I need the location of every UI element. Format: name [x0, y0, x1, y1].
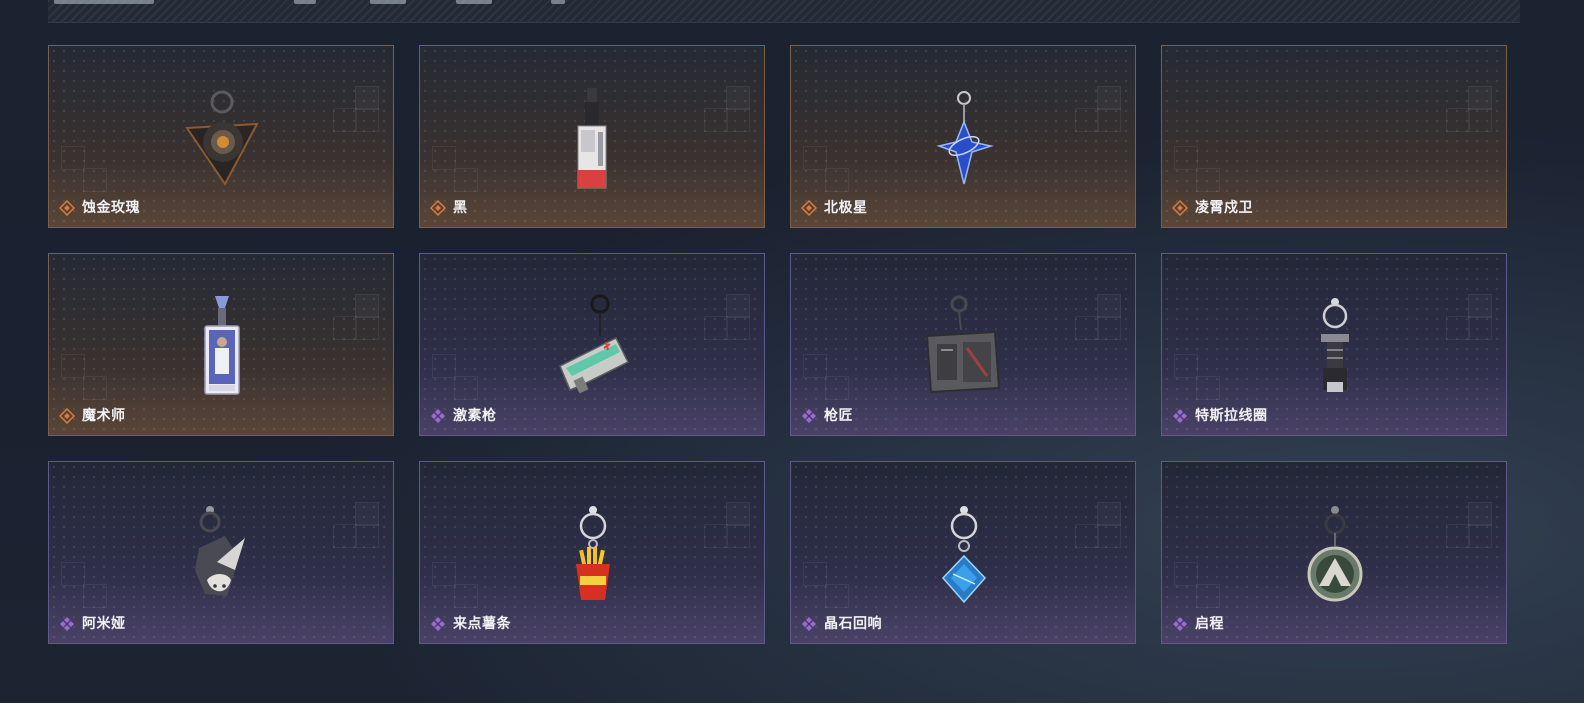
rarity-gold-icon — [1172, 200, 1188, 216]
banner-text-fragment — [54, 0, 154, 4]
rarity-gold-icon — [59, 200, 75, 216]
charm-name: 激素枪 — [453, 408, 497, 424]
card-decoration — [1174, 146, 1198, 170]
charm-name: 特斯拉线圈 — [1195, 408, 1268, 424]
card-decoration — [1196, 168, 1220, 192]
charm-name: 魔术师 — [82, 408, 126, 424]
charm-card[interactable]: 黑 — [419, 45, 765, 228]
charm-name: 北极星 — [824, 200, 868, 216]
rarity-purple-icon — [802, 409, 816, 423]
rarity-purple-icon — [431, 409, 445, 423]
banner-text-fragment — [294, 0, 316, 4]
banner-text-fragment — [551, 0, 565, 4]
charm-card[interactable]: 北极星 — [790, 45, 1136, 228]
charm-name: 晶石回响 — [824, 616, 882, 632]
charm-name: 启程 — [1195, 616, 1224, 632]
card-decoration — [1446, 108, 1470, 132]
charm-name: 来点薯条 — [453, 616, 511, 632]
charm-name: 黑 — [453, 200, 468, 216]
rarity-purple-icon — [1173, 409, 1187, 423]
charm-card[interactable]: 蚀金玫瑰 — [48, 45, 394, 228]
card-decoration — [1468, 86, 1492, 110]
charm-card[interactable]: 凌霄戍卫 — [1161, 45, 1507, 228]
charm-card[interactable]: 特斯拉线圈 — [1161, 253, 1507, 436]
charm-black-tag-icon — [577, 88, 607, 189]
charm-card[interactable]: 来点薯条 — [419, 461, 765, 644]
charm-card[interactable]: 阿米娅 — [48, 461, 394, 644]
charm-card[interactable]: 激素枪 — [419, 253, 765, 436]
charm-card[interactable]: 晶石回响 — [790, 461, 1136, 644]
rarity-purple-icon — [1173, 617, 1187, 631]
rarity-purple-icon — [60, 617, 74, 631]
charm-collection-grid: 蚀金玫瑰 黑 北极星 凌霄戍卫 魔术师 激素枪 枪匠 特斯拉线圈 阿米娅 来点薯… — [48, 45, 1507, 644]
charm-card[interactable]: 启程 — [1161, 461, 1507, 644]
charm-card[interactable]: 枪匠 — [790, 253, 1136, 436]
charm-name: 凌霄戍卫 — [1195, 200, 1253, 216]
charm-card[interactable]: 魔术师 — [48, 253, 394, 436]
rarity-gold-icon — [59, 408, 75, 424]
banner-text-fragment — [456, 0, 492, 4]
banner-text-fragment — [370, 0, 406, 4]
rarity-gold-icon — [430, 200, 446, 216]
rarity-gold-icon — [801, 200, 817, 216]
rarity-purple-icon — [431, 617, 445, 631]
charm-name: 枪匠 — [824, 408, 853, 424]
card-decoration — [1468, 108, 1492, 132]
charm-name: 阿米娅 — [82, 616, 126, 632]
rarity-purple-icon — [802, 617, 816, 631]
top-banner-strip — [48, 0, 1520, 23]
charm-name: 蚀金玫瑰 — [82, 200, 140, 216]
